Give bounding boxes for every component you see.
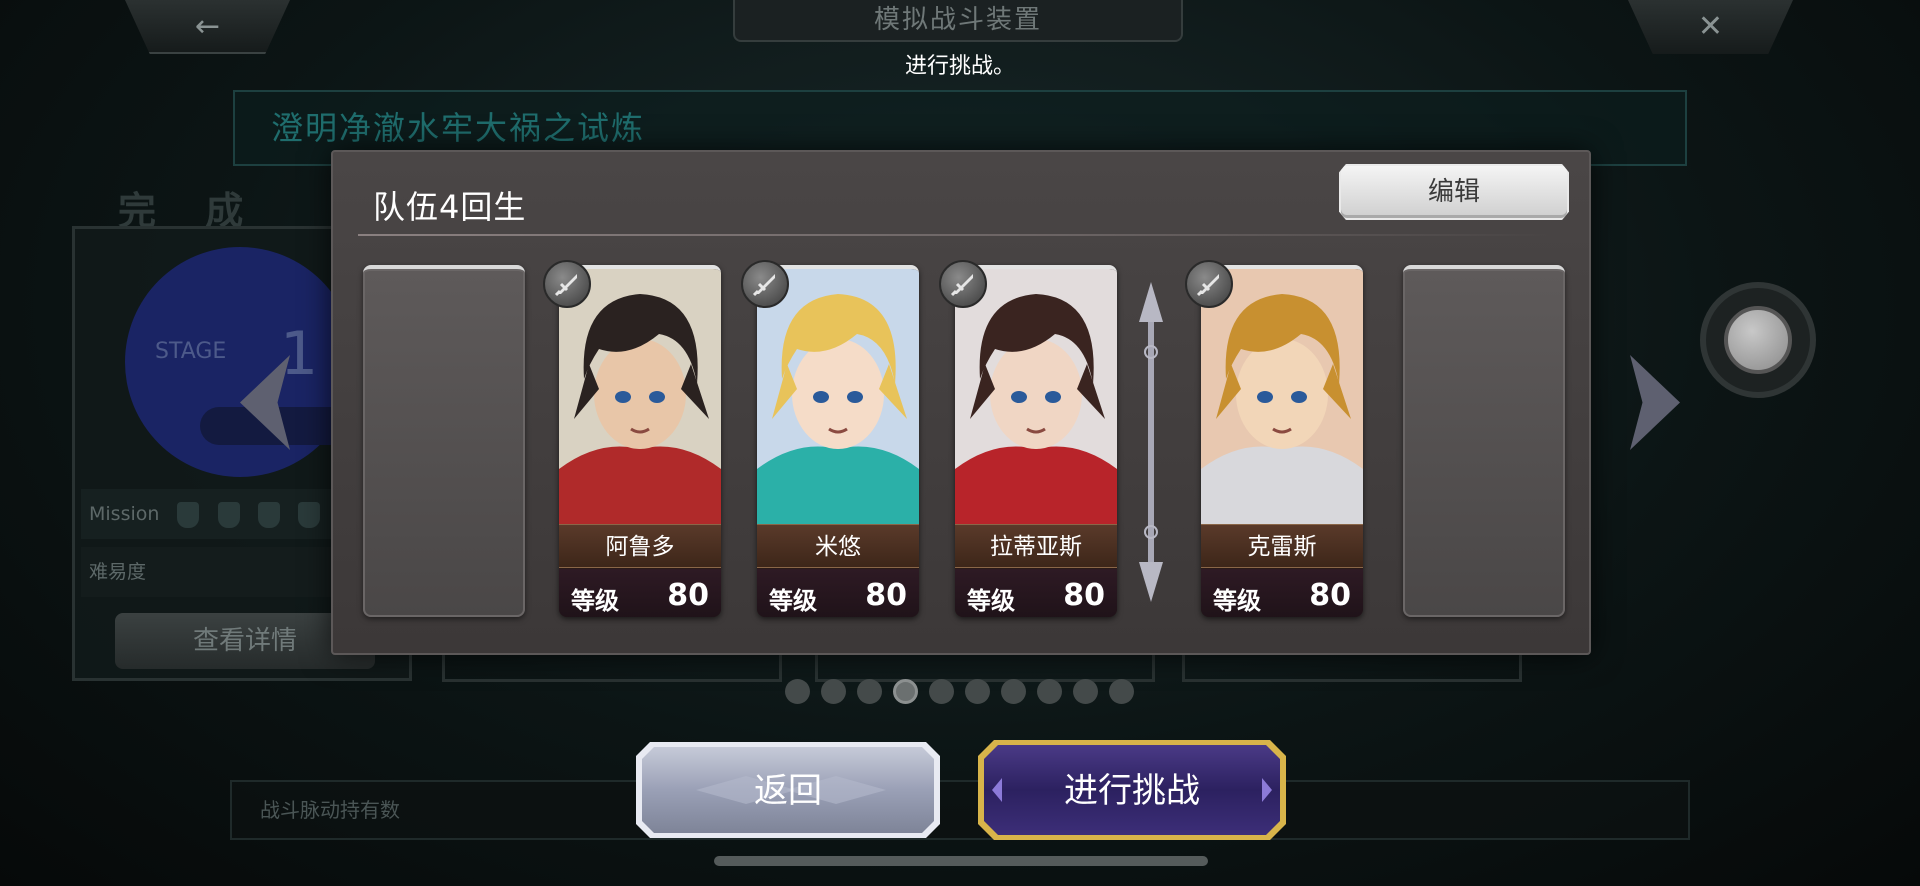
battle-pulse-label: 战斗脉动持有数	[260, 798, 400, 822]
character-portrait	[1201, 269, 1363, 524]
page-dot[interactable]	[929, 679, 954, 704]
page-dot[interactable]	[1001, 679, 1026, 704]
virtual-joystick[interactable]	[1700, 282, 1816, 398]
level-label: 等级	[967, 587, 1015, 615]
swap-arrow-icon	[1139, 282, 1163, 602]
page-dot[interactable]	[821, 679, 846, 704]
page-dot[interactable]	[857, 679, 882, 704]
page-dot[interactable]	[1109, 679, 1134, 704]
level-label: 等级	[1213, 587, 1261, 615]
character-card[interactable]: 克雷斯 等级 80	[1201, 265, 1363, 617]
stage-label: STAGE	[155, 339, 227, 364]
character-portrait	[559, 269, 721, 524]
character-card[interactable]: 米悠 等级 80	[757, 265, 919, 617]
level-label: 等级	[769, 587, 817, 615]
empty-slot-right[interactable]	[1403, 265, 1565, 617]
team-name: 队伍4回生	[373, 188, 527, 226]
sword-icon	[543, 260, 591, 308]
character-name: 米悠	[757, 524, 919, 568]
character-card[interactable]: 拉蒂亚斯 等级 80	[955, 265, 1117, 617]
back-arrow-icon: ←	[194, 9, 221, 44]
mission-label: Mission	[89, 503, 160, 525]
level-value: 80	[865, 578, 907, 613]
team-panel: 队伍4回生 编辑 阿鲁多 等级 80 米悠 等级 80 拉蒂亚斯 等级 80 克…	[331, 150, 1591, 655]
page-dot[interactable]	[965, 679, 990, 704]
sword-icon	[741, 260, 789, 308]
trophy-icon	[257, 501, 280, 528]
game-screen: ← 模拟战斗装置 ✕ 澄明净澈水牢大祸之试炼 完 成 STAGE 1 Missi…	[0, 0, 1920, 886]
character-portrait	[757, 269, 919, 524]
trophy-icon	[177, 501, 200, 528]
challenge-label: 进行挑战	[1064, 772, 1200, 810]
sword-icon	[939, 260, 987, 308]
screen-subtitle: 进行挑战。	[904, 54, 1015, 79]
close-icon: ✕	[1697, 9, 1724, 44]
character-name: 阿鲁多	[559, 524, 721, 568]
character-level-row: 等级 80	[757, 569, 919, 617]
trophy-icon	[217, 501, 240, 528]
character-level-row: 等级 80	[559, 569, 721, 617]
level-value: 80	[1063, 578, 1105, 613]
empty-slot-left[interactable]	[363, 265, 525, 617]
stage-number: 1	[280, 319, 319, 389]
character-card[interactable]: 阿鲁多 等级 80	[559, 265, 721, 617]
screen-title: 模拟战斗装置	[733, 0, 1183, 42]
return-button[interactable]: 返回	[636, 742, 940, 838]
close-button[interactable]: ✕	[1628, 0, 1793, 54]
return-label: 返回	[754, 772, 822, 810]
page-indicator[interactable]	[785, 679, 1134, 705]
battle-pulse-bar: 战斗脉动持有数 3	[230, 780, 1690, 840]
character-name: 拉蒂亚斯	[955, 524, 1117, 568]
challenge-button[interactable]: 进行挑战	[978, 740, 1286, 840]
back-arrow-button[interactable]: ←	[125, 0, 290, 54]
divider	[358, 234, 1558, 236]
character-level-row: 等级 80	[955, 569, 1117, 617]
chevron-right-icon[interactable]	[1630, 355, 1680, 450]
page-dot[interactable]	[785, 679, 810, 704]
character-name: 克雷斯	[1201, 524, 1363, 568]
level-value: 80	[1309, 578, 1351, 613]
home-indicator	[714, 856, 1208, 866]
difficulty-label: 难易度	[89, 561, 147, 583]
edit-team-button[interactable]: 编辑	[1339, 164, 1569, 220]
character-level-row: 等级 80	[1201, 569, 1363, 617]
page-dot[interactable]	[893, 679, 918, 704]
page-dot[interactable]	[1073, 679, 1098, 704]
trophy-icon	[297, 501, 320, 528]
joystick-knob[interactable]	[1724, 306, 1792, 374]
sword-icon	[1185, 260, 1233, 308]
level-label: 等级	[571, 587, 619, 615]
character-portrait	[955, 269, 1117, 524]
page-dot[interactable]	[1037, 679, 1062, 704]
level-value: 80	[667, 578, 709, 613]
